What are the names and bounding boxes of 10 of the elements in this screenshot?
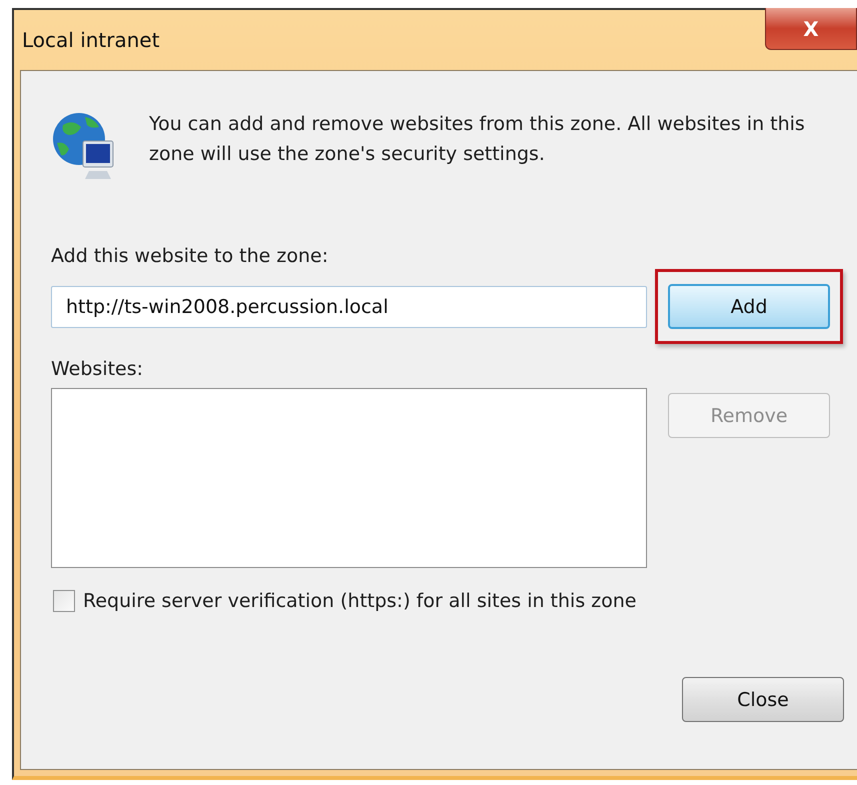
checkbox[interactable]	[53, 590, 75, 612]
window-title: Local intranet	[22, 28, 160, 52]
intro-text: You can add and remove websites from this zone. All websites in this zone will use the zone's security settings.	[149, 112, 806, 167]
add-button[interactable]: Add	[668, 284, 830, 329]
close-icon[interactable]: X	[765, 8, 857, 50]
checkbox-label: Require server verification (https:) for all sites in this zone	[83, 590, 636, 612]
close-button[interactable]: Close	[682, 677, 844, 722]
website-field[interactable]: http://ts-win2008.percussion.local	[51, 286, 647, 328]
field-label: Add this website to the zone:	[51, 245, 330, 267]
websites-label: Websites:	[51, 358, 144, 380]
